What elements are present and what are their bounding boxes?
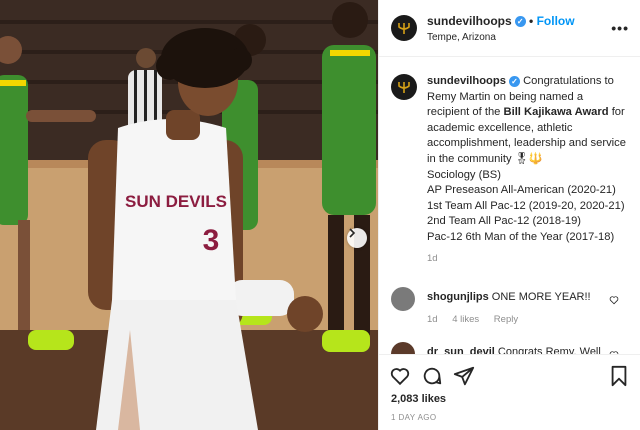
- like-heart-icon[interactable]: [389, 365, 411, 387]
- comment-body: ONE MORE YEAR!!: [491, 291, 591, 303]
- commenter-avatar[interactable]: [391, 342, 415, 354]
- caption-line: 2nd Team All Pac-12 (2018-19): [427, 215, 582, 228]
- caption-award: Bill Kajikawa Award: [503, 106, 609, 119]
- comment-likes[interactable]: 4 likes: [452, 314, 479, 325]
- separator-dot: •: [529, 14, 537, 28]
- jersey-text: SUN DEVILS: [125, 192, 227, 211]
- account-avatar[interactable]: [391, 15, 417, 41]
- pitchfork-logo-icon: [398, 82, 410, 93]
- post-author: sundevilhoops ✓ • Follow: [427, 14, 575, 28]
- comment-body: Congrats Remy. Well: [497, 346, 601, 354]
- caption-line: Sociology (BS): [427, 168, 501, 181]
- post-timestamp[interactable]: 1 DAY AGO: [391, 413, 437, 422]
- chevron-right-icon: [349, 228, 356, 238]
- post-location[interactable]: Tempe, Arizona: [427, 32, 496, 43]
- caption-username[interactable]: sundevilhoops: [427, 75, 506, 87]
- post-caption: sundevilhoops ✓ Congratulations to Remy M…: [427, 74, 627, 272]
- comment-bubble-icon[interactable]: [421, 365, 443, 387]
- caption-line: Pac-12 6th Man of the Year (2017-18): [427, 230, 615, 243]
- save-bookmark-icon[interactable]: [609, 365, 629, 387]
- caption-time[interactable]: 1d: [427, 253, 438, 264]
- follow-button[interactable]: Follow: [537, 14, 575, 28]
- comment-username[interactable]: dr_sun_devil: [427, 346, 495, 354]
- comments-list[interactable]: sundevilhoops ✓ Congratulations to Remy M…: [379, 58, 640, 354]
- commenter-avatar[interactable]: [391, 287, 415, 311]
- share-paper-plane-icon[interactable]: [453, 365, 475, 387]
- next-photo-button[interactable]: [347, 228, 367, 248]
- caption-line: 1st Team All Pac-12 (2019-20, 2020-21): [427, 199, 625, 212]
- comment-reply-button[interactable]: Reply: [494, 314, 518, 325]
- post-sidebar: sundevilhoops ✓ • Follow Tempe, Arizona •…: [378, 0, 640, 430]
- comment-time[interactable]: 1d: [427, 314, 438, 325]
- caption-avatar[interactable]: [391, 74, 417, 100]
- verified-badge-icon: ✓: [514, 16, 526, 28]
- post-header: sundevilhoops ✓ • Follow Tempe, Arizona •…: [379, 0, 640, 57]
- pitchfork-logo-icon: [398, 23, 410, 34]
- post-actions: 2,083 likes 1 DAY AGO: [379, 354, 640, 430]
- verified-badge-icon: ✓: [508, 75, 520, 87]
- like-count[interactable]: 2,083 likes: [391, 393, 446, 405]
- caption-line: AP Preseason All-American (2020-21): [427, 184, 616, 197]
- post-photo[interactable]: SUN DEVILS 3: [0, 0, 378, 430]
- jersey-number: 3: [203, 224, 220, 257]
- author-username[interactable]: sundevilhoops: [427, 14, 512, 28]
- comment-meta: 1d 4 likes Reply: [427, 314, 530, 325]
- more-icon[interactable]: •••: [611, 20, 629, 36]
- comment-username[interactable]: shogunjlips: [427, 291, 489, 303]
- comment: dr_sun_devil Congrats Remy. Well: [427, 346, 601, 354]
- photo-illustration: SUN DEVILS 3: [0, 0, 378, 430]
- comment: shogunjlips ONE MORE YEAR!!: [427, 291, 591, 303]
- instagram-post-view: SUN DEVILS 3 sundevilhoops ✓ • Follow Te…: [0, 0, 640, 430]
- comment-like-heart-icon[interactable]: [609, 295, 619, 305]
